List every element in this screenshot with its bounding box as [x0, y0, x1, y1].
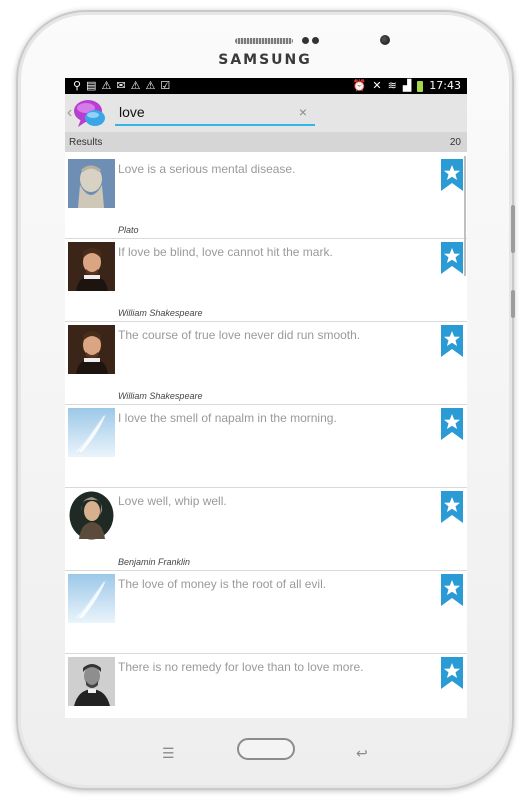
clipboard-icon: ☑ — [160, 80, 171, 92]
quote-text: If love be blind, love cannot hit the ma… — [118, 245, 333, 259]
search-input[interactable] — [115, 102, 293, 122]
author-portrait — [68, 159, 115, 208]
quote-author: Plato — [118, 225, 139, 235]
author-portrait — [68, 574, 115, 623]
device-brand: SAMSUNG — [218, 52, 312, 68]
screen: ⚲ ▤ ⚠ ✉ ⚠ ⚠ ☑ ⏰ ✕ ≋ ▟ 17:43 ‹ × — [65, 78, 467, 718]
battery-icon — [417, 80, 424, 92]
app-logo-icon[interactable] — [73, 97, 107, 129]
author-portrait — [68, 325, 115, 374]
favorite-bookmark-icon[interactable] — [441, 408, 463, 440]
quote-row[interactable]: I love the smell of napalm in the mornin… — [65, 405, 467, 488]
quote-author: William Shakespeare — [118, 308, 203, 318]
quote-row[interactable]: If love be blind, love cannot hit the ma… — [65, 239, 467, 322]
results-header: Results 20 — [65, 132, 467, 152]
status-bar: ⚲ ▤ ⚠ ✉ ⚠ ⚠ ☑ ⏰ ✕ ≋ ▟ 17:43 — [65, 78, 467, 94]
sensor-dot — [312, 37, 319, 44]
author-portrait — [68, 657, 115, 706]
home-button[interactable] — [237, 738, 295, 760]
wifi-icon: ≋ — [387, 80, 397, 92]
usb-icon: ⚲ — [73, 80, 82, 92]
warning-icon: ⚠ — [130, 80, 141, 92]
quote-text: The course of true love never did run sm… — [118, 328, 361, 342]
warning-icon: ⚠ — [101, 80, 112, 92]
mute-icon: ✕ — [372, 80, 382, 92]
favorite-bookmark-icon[interactable] — [441, 657, 463, 689]
front-camera — [380, 35, 390, 45]
sensor-dot — [302, 37, 309, 44]
volume-button[interactable] — [511, 205, 515, 253]
favorite-bookmark-icon[interactable] — [441, 491, 463, 523]
author-portrait — [68, 408, 115, 457]
action-bar: ‹ × — [65, 94, 467, 132]
scrollbar[interactable] — [464, 156, 466, 276]
quote-row[interactable]: The love of money is the root of all evi… — [65, 571, 467, 654]
menu-key-icon[interactable]: ☰ — [162, 745, 175, 762]
speaker-grill — [235, 38, 293, 44]
favorite-bookmark-icon[interactable] — [441, 325, 463, 357]
quote-text: There is no remedy for love than to love… — [118, 660, 364, 674]
mail-icon: ✉ — [116, 80, 126, 92]
quote-row[interactable]: The course of true love never did run sm… — [65, 322, 467, 405]
quote-text: Love is a serious mental disease. — [118, 162, 296, 176]
quote-author: Benjamin Franklin — [118, 557, 191, 567]
quote-text: The love of money is the root of all evi… — [118, 577, 327, 591]
warning-icon: ⚠ — [145, 80, 156, 92]
quote-row[interactable]: Love is a serious mental disease. Plato — [65, 156, 467, 239]
favorite-bookmark-icon[interactable] — [441, 574, 463, 606]
favorite-bookmark-icon[interactable] — [441, 242, 463, 274]
search-field[interactable]: × — [115, 102, 315, 126]
quote-author: William Shakespeare — [118, 391, 203, 401]
clear-search-icon[interactable]: × — [299, 104, 307, 120]
results-count: 20 — [449, 136, 461, 148]
signal-icon: ▟ — [402, 80, 412, 92]
quote-text: I love the smell of napalm in the mornin… — [118, 411, 337, 425]
back-key-icon[interactable]: ↩ — [356, 745, 368, 762]
back-chevron-icon[interactable]: ‹ — [67, 104, 72, 122]
alarm-icon: ⏰ — [352, 80, 367, 92]
favorite-bookmark-icon[interactable] — [441, 159, 463, 191]
results-label: Results — [69, 136, 103, 148]
quote-list: Love is a serious mental disease. Plato If… — [65, 156, 467, 718]
quote-row[interactable]: There is no remedy for love than to love… — [65, 654, 467, 718]
quote-text: Love well, whip well. — [118, 494, 227, 508]
power-button[interactable] — [511, 290, 515, 318]
quote-row[interactable]: Love well, whip well. Benjamin Franklin — [65, 488, 467, 571]
status-time: 17:43 — [429, 79, 461, 92]
author-portrait — [68, 242, 115, 291]
sim-icon: ▤ — [86, 80, 97, 92]
author-portrait — [68, 491, 115, 540]
